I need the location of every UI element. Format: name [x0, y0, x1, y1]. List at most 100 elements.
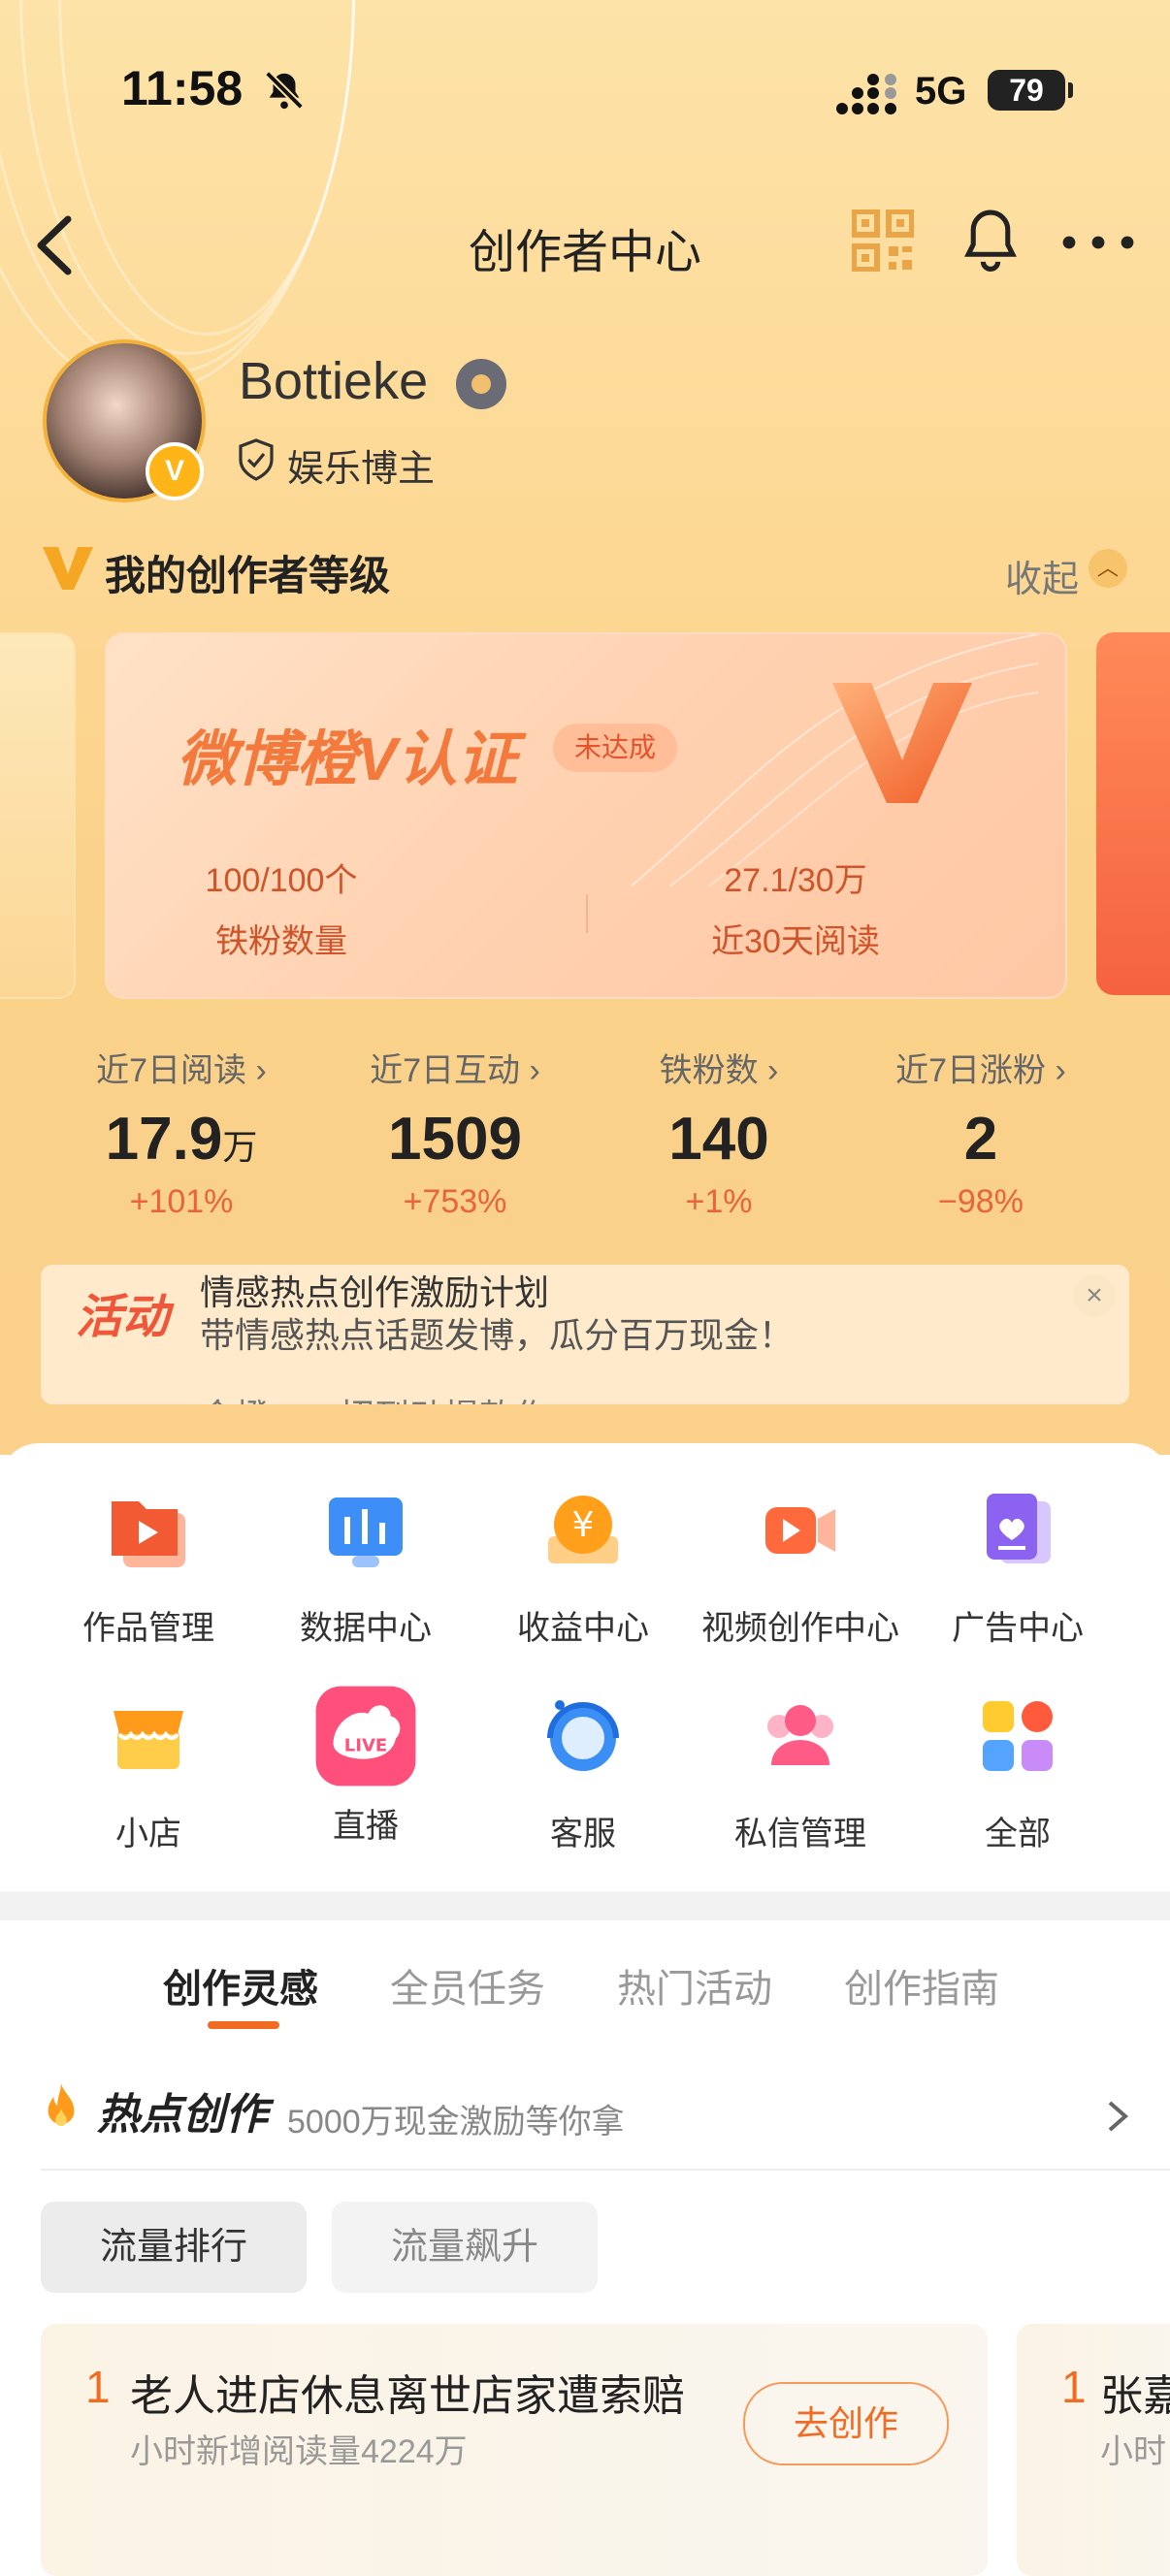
stat-label: 近7日阅读	[96, 1052, 247, 1089]
username[interactable]: Bottieke	[239, 351, 428, 411]
tab-creative-inspiration[interactable]: 创作灵感	[163, 1957, 318, 2013]
activity-banner[interactable]: 活动 情感热点创作激励计划 带情感热点话题发博，瓜分百万现金！ 金橙，一招到动提…	[41, 1265, 1129, 1404]
network-type: 5G	[915, 70, 967, 113]
tool-label: 小店	[115, 1816, 181, 1852]
stat-label: 近7日互动	[370, 1052, 521, 1089]
stat-label: 近30天阅读	[711, 923, 880, 960]
tool-label: 全部	[985, 1816, 1051, 1852]
mute-bell-icon	[265, 71, 304, 110]
close-icon[interactable]: ×	[1073, 1274, 1116, 1317]
user-role: 娱乐博主	[287, 449, 436, 490]
tool-label: 收益中心	[517, 1610, 649, 1647]
stat-iron-fans[interactable]: 铁粉数 › 140 +1%	[588, 1044, 850, 1221]
tool-customer-service[interactable]: 客服	[473, 1695, 693, 1854]
svg-text:¥: ¥	[572, 1505, 595, 1545]
svg-text:LIVE: LIVE	[344, 1735, 387, 1755]
stat-7day-reads[interactable]: 近7日阅读 › 17.9万 +101%	[50, 1044, 312, 1221]
shield-icon	[239, 438, 274, 481]
stat-label: 铁粉数量	[215, 923, 347, 960]
chevron-up-icon[interactable]: ︿	[1089, 549, 1127, 588]
stat-change: +1%	[685, 1183, 753, 1220]
item-title: 老人进店休息离世店家遭索赔	[130, 2372, 685, 2420]
stat-value: 2	[963, 1106, 998, 1173]
medal-icon[interactable]	[456, 359, 506, 409]
stat-7day-interactions[interactable]: 近7日互动 › 1509 +753%	[324, 1044, 586, 1221]
level-card-prev[interactable]	[0, 632, 76, 999]
tool-label: 数据中心	[300, 1610, 432, 1647]
stat-value: 17.9	[105, 1106, 223, 1173]
stat-unit: 万	[222, 1127, 258, 1167]
stat-change: +753%	[403, 1183, 507, 1220]
tab-all-tasks[interactable]: 全员任务	[390, 1957, 545, 2013]
tool-label: 作品管理	[82, 1610, 214, 1647]
tool-all[interactable]: 全部	[908, 1695, 1127, 1854]
stat-label: 近7日涨粉	[895, 1052, 1047, 1089]
divider	[41, 2169, 1170, 2171]
messages-icon	[767, 1705, 833, 1765]
level-card[interactable]: 微博橙V认证 未达成 100/100个 铁粉数量 27.1/30万 近30天阅读	[105, 632, 1067, 999]
tool-shop[interactable]: 小店	[39, 1695, 258, 1854]
battery-icon: 79	[988, 70, 1073, 111]
collapse-button[interactable]: 收起	[1005, 549, 1079, 602]
chevron-right-icon[interactable]	[1106, 2099, 1129, 2134]
reads-stat: 27.1/30万 近30天阅读	[621, 853, 970, 962]
chip-traffic-rising[interactable]: 流量飙升	[332, 2202, 598, 2293]
create-button[interactable]: 去创作	[743, 2382, 949, 2465]
tool-works-management[interactable]: 作品管理	[39, 1490, 258, 1649]
chip-traffic-ranking[interactable]: 流量排行	[41, 2202, 307, 2293]
data-chart-icon	[329, 1497, 403, 1567]
ad-card-icon	[987, 1494, 1051, 1563]
works-folder-icon	[112, 1501, 185, 1567]
tool-label: 直播	[333, 1808, 399, 1845]
level-card-next[interactable]	[1096, 632, 1170, 995]
item-subtitle: 小时	[1100, 2433, 1166, 2470]
back-arrow-icon[interactable]	[29, 213, 78, 277]
tool-label: 客服	[550, 1816, 616, 1852]
header-background: 11:58 5G 79 创作者中心 V Bottieke 娱乐博主 我的创作者等…	[0, 0, 1170, 1455]
stat-value: 27.1/30万	[724, 862, 867, 899]
tool-ad-center[interactable]: 广告中心	[908, 1490, 1127, 1649]
item-subtitle: 小时新增阅读量4224万	[130, 2433, 468, 2470]
tool-label: 私信管理	[734, 1816, 866, 1852]
signal-icon	[836, 74, 896, 114]
tab-creation-guide[interactable]: 创作指南	[844, 1957, 999, 2013]
stat-value: 100/100个	[205, 862, 358, 899]
tab-hot-events[interactable]: 热门活动	[617, 1957, 772, 2013]
live-icon: LIVE	[315, 1686, 416, 1787]
activity-subtitle: 带情感热点话题发博，瓜分百万现金！	[200, 1315, 795, 1355]
notification-bell-icon[interactable]	[960, 208, 1021, 272]
iron-fans-stat: 100/100个 铁粉数量	[107, 853, 456, 962]
customer-service-icon	[547, 1700, 619, 1771]
stat-value: 1509	[388, 1106, 522, 1173]
stat-value: 140	[668, 1106, 769, 1173]
activity-tag: 活动	[76, 1292, 170, 1343]
status-time: 11:58	[121, 61, 244, 115]
hot-creation-subtitle: 5000万现金激励等你拿	[287, 2104, 625, 2141]
tool-messages[interactable]: 私信管理	[691, 1695, 910, 1854]
creator-v-icon	[43, 547, 93, 590]
tools-panel: 作品管理 数据中心 ¥ 收益中心 视频创作中心 广告中心 小店 LIVE 直播 …	[0, 1443, 1170, 1889]
qr-code-icon[interactable]	[852, 209, 914, 272]
more-options-icon[interactable]	[1059, 233, 1137, 252]
tool-income-center[interactable]: ¥ 收益中心	[473, 1490, 693, 1649]
all-apps-icon	[983, 1701, 1053, 1771]
fire-icon	[48, 2083, 75, 2127]
tool-data-center[interactable]: 数据中心	[256, 1490, 475, 1649]
hot-creation-title: 热点创作	[97, 2091, 268, 2139]
active-tab-indicator	[208, 2021, 279, 2029]
divider	[586, 894, 588, 933]
tool-label: 视频创作中心	[701, 1610, 899, 1647]
stat-7day-new-fans[interactable]: 近7日涨粉 › 2 −98%	[850, 1044, 1112, 1221]
item-title: 张嘉	[1100, 2372, 1170, 2420]
shop-icon	[114, 1711, 183, 1769]
item-rank: 1	[85, 2362, 111, 2412]
tool-live[interactable]: LIVE 直播	[256, 1686, 475, 1847]
list-item[interactable]: 1 张嘉 小时	[1017, 2324, 1170, 2576]
section-divider	[0, 1891, 1170, 1920]
orange-v-logo-icon	[832, 683, 972, 803]
item-rank: 1	[1061, 2362, 1087, 2412]
tool-video-creation[interactable]: 视频创作中心	[691, 1490, 910, 1649]
list-item[interactable]: 1 老人进店休息离世店家遭索赔 小时新增阅读量4224万 去创作	[41, 2324, 988, 2576]
income-coin-icon: ¥	[548, 1496, 618, 1563]
level-card-title: 微博橙V认证	[177, 726, 518, 793]
